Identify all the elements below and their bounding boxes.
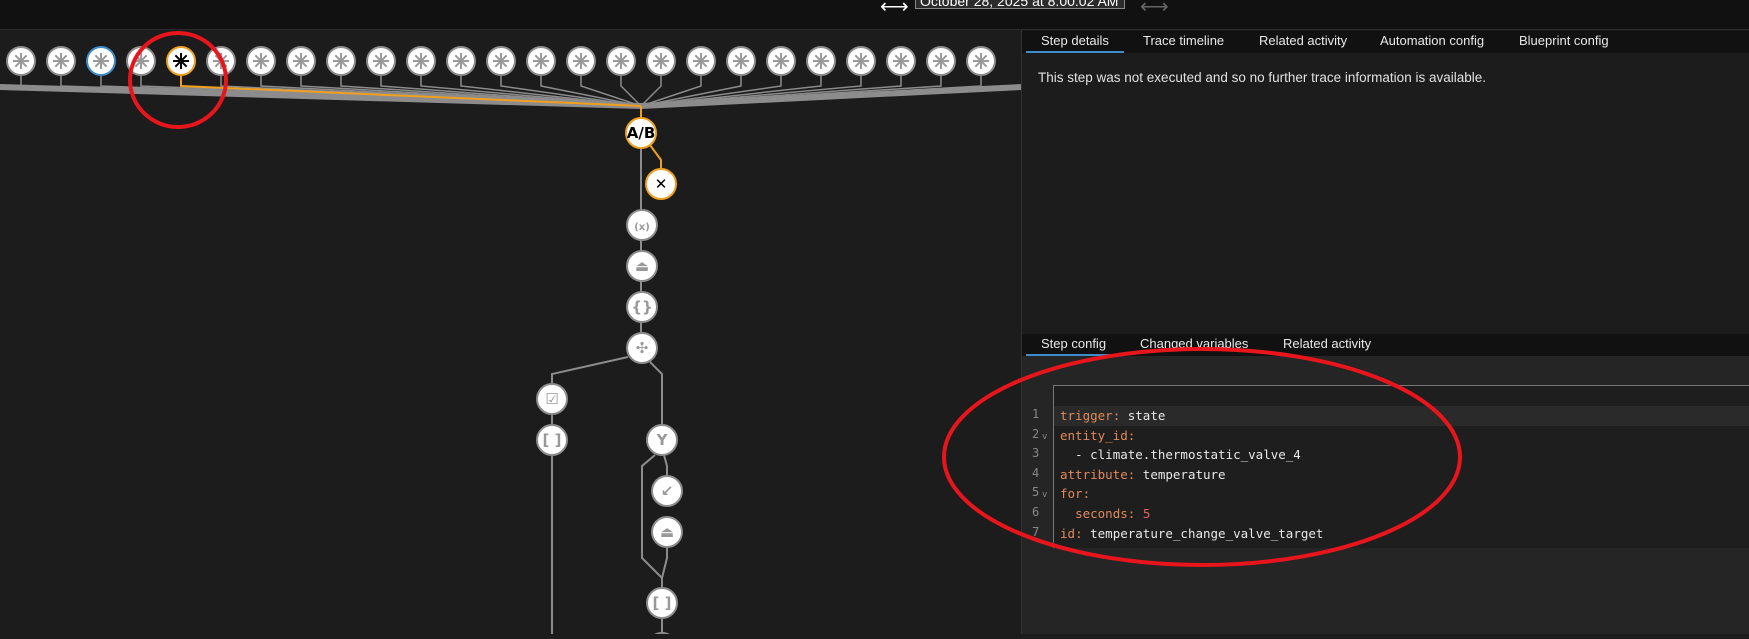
tab-related-activity[interactable]: Related activity (1244, 31, 1362, 53)
code-line[interactable]: id: temperature_change_valve_target (1054, 524, 1749, 544)
yaml-value: 5 (1142, 505, 1151, 521)
asterisk-icon (533, 53, 549, 69)
line-number: 6 (1032, 504, 1040, 519)
yaml-code-editor[interactable]: trigger: state entity_id: - climate.therm… (1053, 385, 1749, 548)
asterisk-icon (373, 53, 389, 69)
trigger-edge (620, 76, 642, 107)
code-line[interactable]: trigger: state (1054, 406, 1749, 426)
top-bar: ⟷ October 28, 2025 at 8:00:02 AM ⌄ ⟷ (0, 0, 1749, 30)
close-icon: ✕ (655, 175, 668, 193)
tab-related-activity-config[interactable]: Related activity (1268, 334, 1386, 356)
graph-edge (649, 361, 663, 425)
asterisk-icon (853, 53, 869, 69)
asterisk-icon (173, 53, 189, 69)
yaml-value: temperature_change_valve_target (1090, 525, 1324, 541)
asterisk-icon (413, 53, 429, 69)
graph-edge (661, 546, 668, 588)
asterisk-icon (773, 53, 789, 69)
yaml-value: state (1127, 408, 1166, 423)
code-line[interactable]: attribute: temperature (1054, 465, 1749, 485)
asterisk-icon (933, 53, 949, 69)
asterisk-icon (253, 53, 269, 69)
asterisk-icon (693, 53, 709, 69)
graph-edge (641, 454, 663, 579)
chevron-down-icon: ⌄ (1122, 0, 1124, 8)
yaml-key: attribute (1060, 466, 1128, 482)
yaml-value: - climate.thermostatic_valve_4 (1075, 447, 1301, 463)
parallel-split-icon: ✣ (636, 339, 649, 357)
fork-icon: Y (656, 431, 669, 449)
trace-date-select[interactable]: October 28, 2025 at 8:00:02 AM ⌄ (915, 0, 1125, 9)
tab-step-details[interactable]: Step details (1026, 31, 1124, 53)
code-line[interactable]: for: (1054, 484, 1749, 504)
tab-changed-variables[interactable]: Changed variables (1125, 334, 1263, 356)
code-line[interactable]: - climate.thermostatic_valve_4 (1054, 445, 1749, 465)
trigger-edge (640, 76, 662, 107)
yaml-key: entity_id (1060, 427, 1128, 443)
line-number: 1 (1032, 407, 1040, 421)
tab-automation-config[interactable]: Automation config (1365, 31, 1499, 53)
line-number: 5v (1022, 483, 1053, 503)
asterisk-icon (53, 53, 69, 69)
line-number: 2v (1022, 425, 1053, 445)
asterisk-icon (213, 53, 229, 69)
trace-graph: A/B ✕ (x) ⏏ {} ✣ ☑ [ ] Y ↙ ⏏ [ ] (0, 30, 1022, 639)
yaml-key: id (1060, 525, 1076, 541)
service-bell-icon: ⏏ (660, 523, 674, 541)
asterisk-icon (493, 53, 509, 69)
repeat-brackets-icon: [ ] (653, 594, 672, 612)
tab-blueprint-config[interactable]: Blueprint config (1504, 31, 1624, 53)
code-line[interactable]: seconds: 5 (1054, 504, 1749, 524)
asterisk-icon (973, 53, 989, 69)
ab-choose-icon: A/B (627, 124, 656, 142)
variables-icon: (x) (634, 222, 650, 233)
code-line[interactable]: entity_id: (1054, 426, 1749, 446)
template-braces-icon: {} (631, 298, 652, 316)
trace-details-panel: Step details Trace timeline Related acti… (1022, 30, 1749, 634)
service-bell-icon: ⏏ (635, 257, 649, 275)
asterisk-icon (133, 53, 149, 69)
tab-trace-timeline[interactable]: Trace timeline (1128, 31, 1239, 53)
asterisk-icon (293, 53, 309, 69)
step-config-section: Step config Changed variables Related ac… (1022, 334, 1749, 634)
condition-check-icon: ☑ (545, 390, 558, 408)
yaml-key: trigger (1060, 408, 1113, 423)
previous-trace-icon[interactable]: ⟷ (880, 0, 909, 19)
line-number: 4 (1032, 465, 1040, 480)
trace-date-value: October 28, 2025 at 8:00:02 AM (920, 0, 1119, 9)
config-tabs: Step config Changed variables Related ac… (1022, 334, 1749, 356)
asterisk-icon (613, 53, 629, 69)
asterisk-icon (813, 53, 829, 69)
trace-graph-canvas: A/B ✕ (x) ⏏ {} ✣ ☑ [ ] Y ↙ ⏏ [ ] (0, 46, 1022, 639)
yaml-key: for (1060, 486, 1083, 502)
arrow-down-left-icon: ↙ (661, 482, 674, 500)
asterisk-icon (893, 53, 909, 69)
asterisk-icon (453, 53, 469, 69)
asterisk-icon (733, 53, 749, 69)
yaml-value: temperature (1142, 466, 1226, 482)
line-number: 7 (1032, 524, 1040, 539)
step-tabs: Step details Trace timeline Related acti… (1022, 31, 1749, 53)
tab-step-config[interactable]: Step config (1026, 334, 1122, 356)
active-edge (649, 144, 662, 170)
asterisk-icon (573, 53, 589, 69)
asterisk-icon (653, 53, 669, 69)
step-message: This step was not executed and so no fur… (1038, 70, 1486, 85)
line-number-gutter: 1 2v3 4 5v6 7 (1022, 405, 1053, 542)
asterisk-icon (93, 53, 109, 69)
next-trace-icon[interactable]: ⟷ (1140, 0, 1169, 19)
asterisk-icon (13, 53, 29, 69)
repeat-brackets-icon: [ ] (543, 431, 562, 449)
yaml-key: seconds (1075, 505, 1128, 521)
graph-edge (663, 454, 668, 476)
line-number: 3 (1032, 446, 1040, 461)
asterisk-icon (333, 53, 349, 69)
